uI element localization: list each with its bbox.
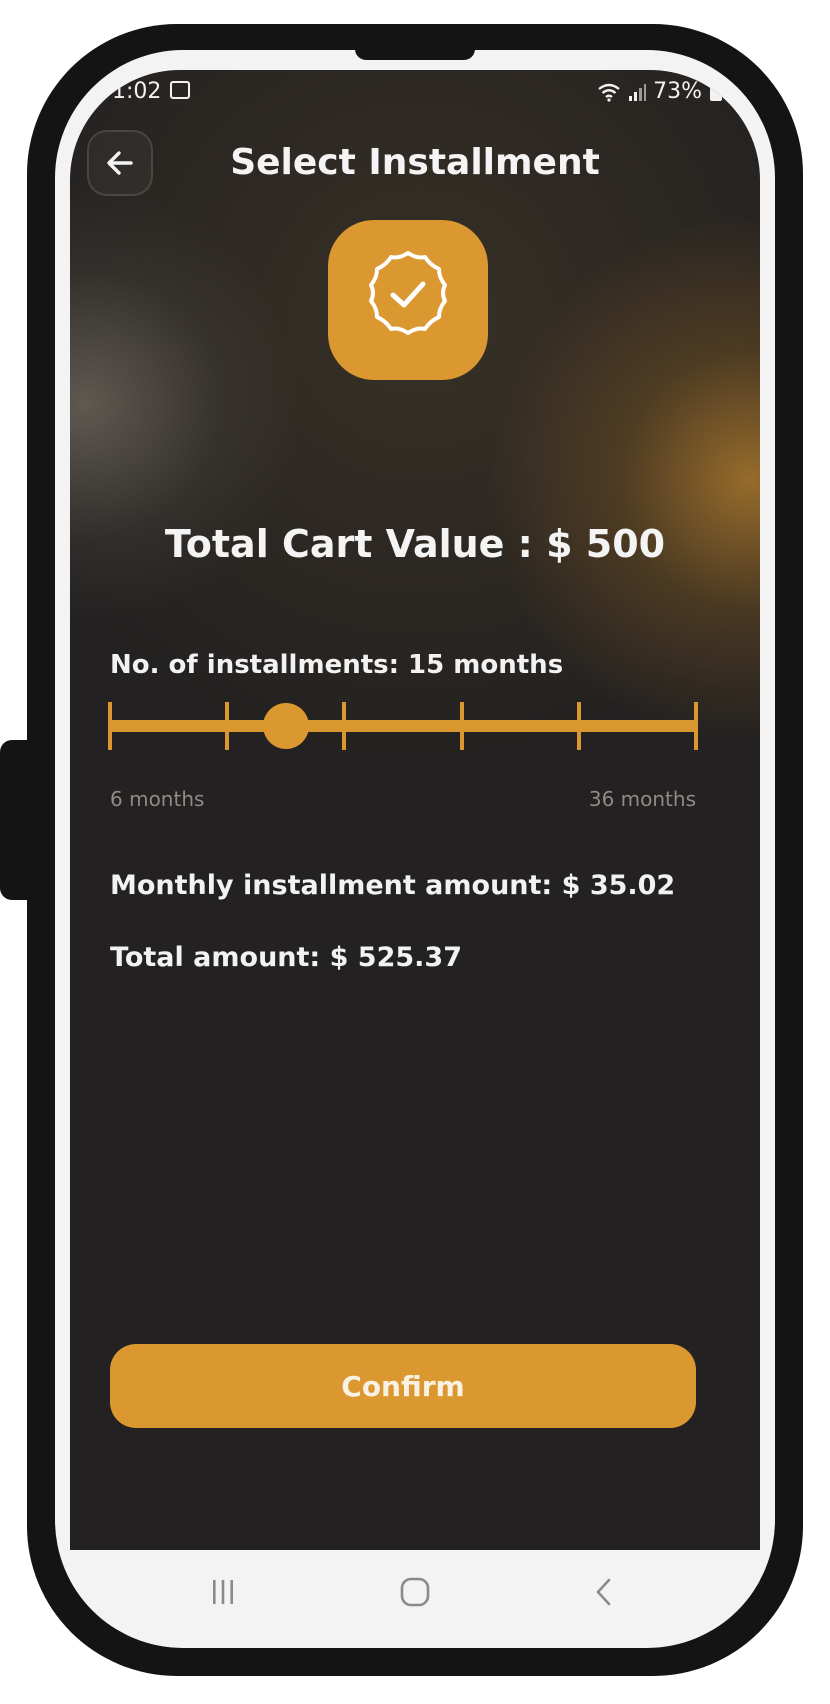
status-indicators: 73%	[597, 79, 722, 104]
battery-icon	[710, 82, 722, 101]
verified-badge-icon	[369, 251, 447, 335]
total-amount: Total amount: $ 525.37	[110, 942, 462, 973]
slider-max-label: 36 months	[588, 787, 696, 811]
nav-recents-button[interactable]	[193, 1572, 253, 1612]
home-icon	[400, 1577, 430, 1607]
signal-icon	[629, 83, 647, 101]
confirm-button[interactable]: Confirm	[110, 1344, 696, 1428]
phone-side-button	[0, 740, 42, 900]
navigation-bar	[70, 1550, 760, 1630]
total-cart-value: Total Cart Value : $ 500	[164, 522, 666, 566]
status-bar: 1:02 73%	[112, 76, 722, 108]
phone-notch	[355, 38, 475, 60]
phone-bezel: 1:02 73% Select Installment Total Cart V…	[55, 50, 775, 1648]
slider-tick	[342, 702, 347, 750]
gallery-notification-icon	[170, 81, 190, 99]
nav-home-button[interactable]	[385, 1572, 445, 1612]
recents-icon	[213, 1580, 233, 1604]
slider-tick	[108, 702, 112, 750]
installments-label: No. of installments: 15 months	[110, 650, 564, 680]
nav-back-button[interactable]	[575, 1572, 635, 1612]
status-time: 1:02	[112, 79, 162, 104]
slider-tick	[694, 702, 698, 750]
app-screen: 1:02 73% Select Installment Total Cart V…	[70, 70, 760, 1550]
slider-tick	[459, 702, 464, 750]
wifi-icon	[598, 83, 620, 102]
page-title: Select Installment	[230, 142, 600, 183]
installments-slider[interactable]	[108, 702, 698, 750]
slider-tick	[576, 702, 581, 750]
slider-min-label: 6 months	[110, 787, 205, 811]
slider-tick	[225, 702, 230, 750]
monthly-installment-amount: Monthly installment amount: $ 35.02	[110, 870, 676, 901]
slider-thumb[interactable]	[262, 703, 309, 749]
verified-badge-tile	[328, 220, 488, 380]
chevron-left-icon	[596, 1578, 611, 1606]
battery-percentage: 73%	[653, 79, 702, 104]
slider-track[interactable]	[110, 720, 696, 732]
